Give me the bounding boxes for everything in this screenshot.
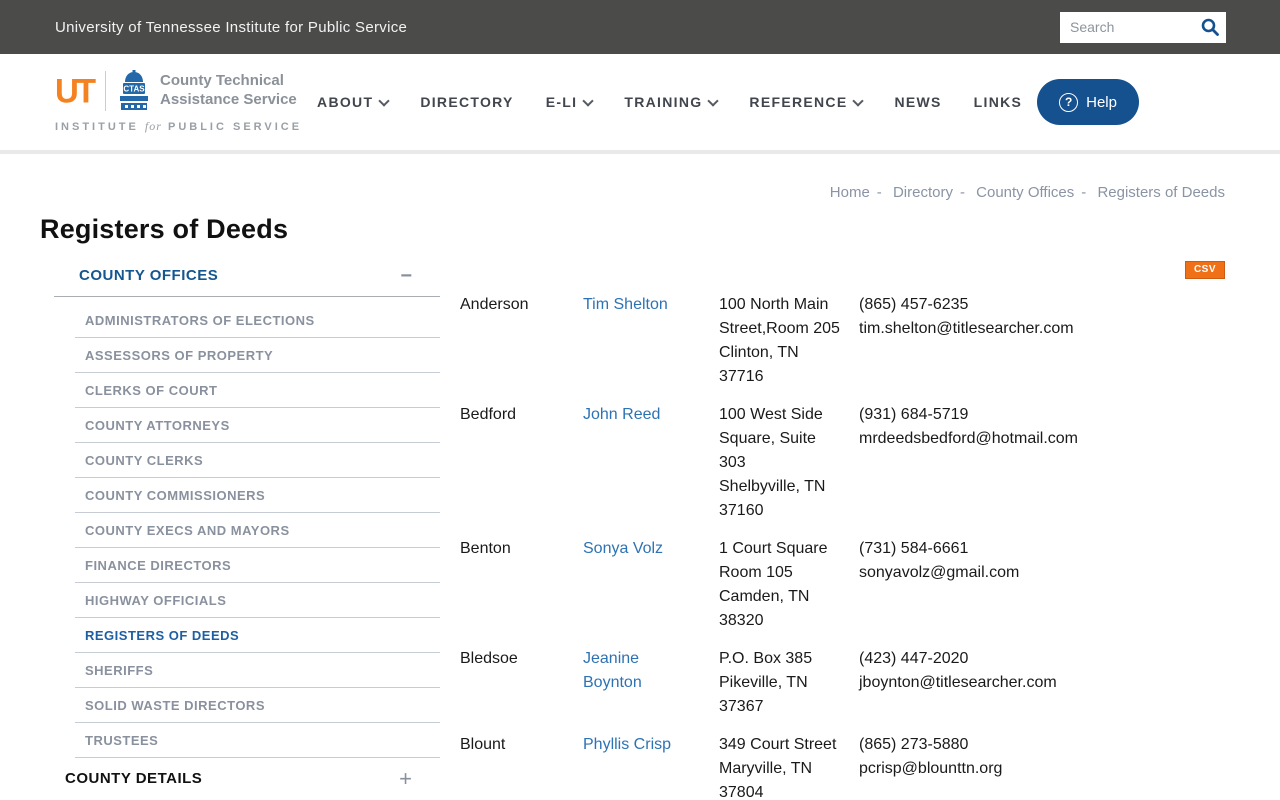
search-input[interactable]	[1060, 19, 1194, 35]
sidebar-item[interactable]: SOLID WASTE DIRECTORS	[75, 688, 440, 723]
header-divider	[0, 150, 1280, 154]
question-icon: ?	[1059, 92, 1079, 112]
official-link[interactable]: Sonya Volz	[583, 537, 663, 561]
nav-item[interactable]: REFERENCE	[749, 94, 862, 110]
sidebar-item[interactable]: COUNTY EXECS AND MAYORS	[75, 513, 440, 548]
sidebar: COUNTY OFFICES − ADMINISTRATORS OF ELECT…	[40, 261, 440, 800]
sidebar-item[interactable]: COUNTY CLERKS	[75, 443, 440, 478]
help-label: Help	[1086, 93, 1117, 111]
county-name: Anderson	[460, 296, 529, 313]
breadcrumb-link[interactable]: Directory	[893, 184, 953, 201]
official-link[interactable]: Phyllis Crisp	[583, 733, 671, 757]
official-cell: John Reed	[583, 403, 719, 523]
sidebar-item[interactable]: HIGHWAY OFFICIALS	[75, 583, 440, 618]
official-contact: (731) 584-6661 sonyavolz@gmail.com	[859, 537, 1225, 633]
help-button[interactable]: ? Help	[1037, 79, 1139, 125]
site-title: University of Tennessee Institute for Pu…	[55, 18, 408, 36]
search-box[interactable]	[1060, 11, 1226, 43]
official-phone: (865) 273-5880	[859, 736, 969, 753]
sidebar-office-list: ADMINISTRATORS OF ELECTIONS ASSESSORS OF…	[40, 303, 440, 758]
county-name: Benton	[460, 540, 511, 557]
main-header: UT CTAS County Technical Assistance Serv…	[0, 54, 1280, 150]
official-address: P.O. Box 385 Pikeville, TN 37367	[719, 650, 813, 715]
sidebar-item[interactable]: COUNTY COMMISSIONERS	[75, 478, 440, 513]
institute-tagline: INSTITUTE for PUBLIC SERVICE	[55, 119, 303, 133]
sidebar-item[interactable]: CLERKS OF COURT	[75, 373, 440, 408]
breadcrumb-link[interactable]: Home	[830, 184, 870, 201]
county-name: Blount	[460, 736, 506, 753]
official-link[interactable]: Tim Shelton	[583, 293, 668, 317]
search-icon	[1200, 17, 1220, 37]
directory-panel: CSV Anderson Tim Shelton 100 North Main …	[440, 261, 1225, 800]
official-cell: Tim Shelton	[583, 293, 719, 389]
nav-item[interactable]: NEWS	[894, 94, 941, 110]
official-address: 349 Court Street Maryville, TN 37804	[719, 736, 837, 800]
county-offices-label: COUNTY OFFICES	[79, 267, 219, 284]
county-name: Bedford	[460, 406, 517, 423]
sidebar-item[interactable]: FINANCE DIRECTORS	[75, 548, 440, 583]
sidebar-item[interactable]: ASSESSORS OF PROPERTY	[75, 338, 440, 373]
official-address: 1 Court Square Room 105 Camden, TN 38320	[719, 540, 828, 629]
main-nav: ABOUT DIRECTORY E-LI TRAINING REFERENCE …	[317, 94, 1022, 110]
official-cell: Phyllis Crisp	[583, 733, 719, 800]
nav-item[interactable]: ABOUT	[317, 94, 388, 110]
official-email: mrdeedsbedford@hotmail.com	[859, 430, 1079, 447]
official-contact: (865) 273-5880 pcrisp@blounttn.org	[859, 733, 1225, 800]
capitol-icon: CTAS	[118, 70, 150, 112]
nav-item[interactable]: TRAINING	[624, 94, 717, 110]
sidebar-item[interactable]: TRUSTEES	[75, 723, 440, 758]
official-email: tim.shelton@titlesearcher.com	[859, 320, 1074, 337]
svg-text:CTAS: CTAS	[123, 85, 145, 94]
nav-item[interactable]: E-LI	[546, 94, 593, 110]
official-email: jboynton@titlesearcher.com	[859, 674, 1057, 691]
sidebar-item[interactable]: ADMINISTRATORS OF ELECTIONS	[75, 303, 440, 338]
breadcrumb-separator: -	[876, 184, 882, 201]
directory-table: Anderson Tim Shelton 100 North Main Stre…	[460, 293, 1225, 800]
ut-logo: UT	[55, 71, 96, 110]
utility-bar: University of Tennessee Institute for Pu…	[0, 0, 1280, 54]
official-phone: (423) 447-2020	[859, 650, 969, 667]
breadcrumb-separator: -	[959, 184, 965, 201]
county-details-label: COUNTY DETAILS	[65, 770, 203, 787]
breadcrumb-separator: -	[1081, 184, 1087, 201]
page-title: Registers of Deeds	[40, 214, 289, 244]
sidebar-item[interactable]: SHERIFFS	[75, 653, 440, 688]
logo-org-name: County Technical Assistance Service	[160, 72, 297, 108]
breadcrumb-link[interactable]: Registers of Deeds	[1097, 184, 1225, 201]
sidebar-section-county-offices[interactable]: COUNTY OFFICES −	[54, 261, 440, 297]
nav-item[interactable]: LINKS	[974, 94, 1023, 110]
logo-divider	[105, 71, 106, 111]
search-button[interactable]	[1194, 12, 1226, 43]
breadcrumb-link[interactable]: County Offices	[976, 184, 1074, 201]
breadcrumb: Home - Directory - County Offices - Registe…	[40, 184, 1225, 201]
official-link[interactable]: Jeanine Boynton	[583, 647, 693, 695]
collapse-icon[interactable]: −	[400, 266, 412, 286]
page-content: Home - Directory - County Offices - Registe…	[0, 184, 1280, 800]
official-email: pcrisp@blounttn.org	[859, 760, 1003, 777]
official-contact: (423) 447-2020 jboynton@titlesearcher.co…	[859, 647, 1225, 719]
sidebar-section-county-details[interactable]: COUNTY DETAILS +	[40, 758, 440, 797]
ctas-logo[interactable]: UT CTAS County Technical Assistance Serv…	[55, 70, 302, 134]
official-contact: (931) 684-5719 mrdeedsbedford@hotmail.co…	[859, 403, 1225, 523]
official-phone: (865) 457-6235	[859, 296, 969, 313]
official-cell: Sonya Volz	[583, 537, 719, 633]
official-link[interactable]: John Reed	[583, 403, 660, 427]
official-phone: (731) 584-6661	[859, 540, 969, 557]
official-cell: Jeanine Boynton	[583, 647, 719, 719]
sidebar-item[interactable]: COUNTY ATTORNEYS	[75, 408, 440, 443]
official-contact: (865) 457-6235 tim.shelton@titlesearcher…	[859, 293, 1225, 389]
official-address: 100 North Main Street,Room 205 Clinton, …	[719, 296, 840, 385]
expand-icon[interactable]: +	[399, 767, 412, 789]
official-phone: (931) 684-5719	[859, 406, 969, 423]
csv-export-button[interactable]: CSV	[1184, 261, 1225, 279]
official-address: 100 West Side Square, Suite 303 Shelbyvi…	[719, 406, 826, 519]
county-name: Bledsoe	[460, 650, 518, 667]
nav-item[interactable]: DIRECTORY	[420, 94, 513, 110]
official-email: sonyavolz@gmail.com	[859, 564, 1020, 581]
sidebar-item[interactable]: REGISTERS OF DEEDS	[75, 618, 440, 653]
